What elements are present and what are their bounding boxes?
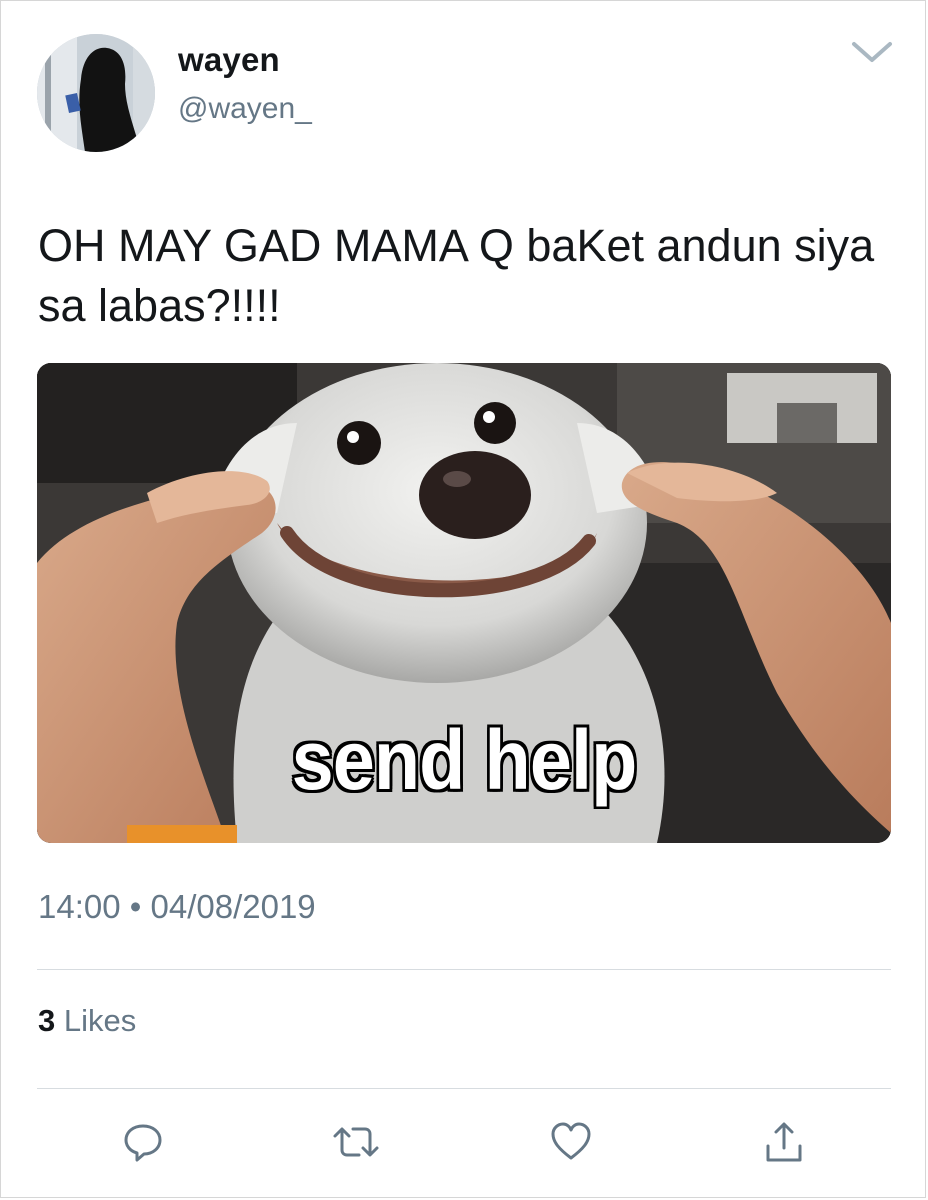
divider xyxy=(37,969,891,970)
share-icon xyxy=(766,1122,802,1162)
likes-label: Likes xyxy=(63,1003,137,1038)
chevron-down-icon[interactable] xyxy=(848,34,896,70)
heart-icon xyxy=(551,1122,591,1160)
action-bar xyxy=(0,1112,928,1172)
timestamp-separator: • xyxy=(129,888,142,925)
divider xyxy=(37,1088,891,1089)
tweet-text: OH MAY GAD MAMA Q baKet andun siya sa la… xyxy=(38,220,875,331)
avatar-image xyxy=(37,34,155,152)
meme-caption: send help xyxy=(291,713,638,807)
avatar[interactable] xyxy=(37,34,155,152)
reply-icon xyxy=(124,1124,162,1162)
reply-button[interactable] xyxy=(113,1112,173,1172)
retweet-button[interactable] xyxy=(326,1112,386,1172)
retweet-icon xyxy=(333,1127,379,1157)
tweet-timestamp: 14:00 • 04/08/2019 xyxy=(38,888,316,926)
tweet-time: 14:00 xyxy=(38,888,121,925)
tweet-date: 04/08/2019 xyxy=(150,888,316,925)
likes-stat[interactable]: 3 Likes xyxy=(38,1003,136,1039)
likes-count: 3 xyxy=(38,1003,56,1038)
tweet-header: wayen @wayen_ xyxy=(0,0,928,170)
author-name[interactable]: wayen xyxy=(178,41,280,79)
like-button[interactable] xyxy=(541,1112,601,1172)
author-handle[interactable]: @wayen_ xyxy=(178,92,312,126)
share-button[interactable] xyxy=(754,1112,814,1172)
